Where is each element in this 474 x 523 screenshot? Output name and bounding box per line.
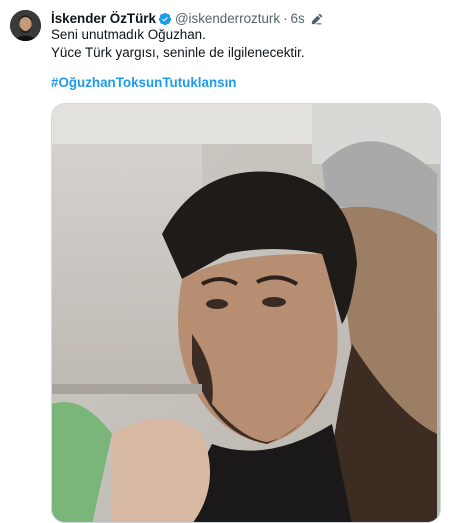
photo-image bbox=[52, 104, 440, 522]
author-avatar[interactable] bbox=[10, 10, 41, 41]
tweet-timestamp[interactable]: 6s bbox=[291, 10, 305, 28]
tweet-text-line-1: Seni unutmadık Oğuzhan. bbox=[51, 27, 206, 42]
edit-pencil-icon[interactable] bbox=[310, 13, 323, 26]
avatar-image bbox=[10, 10, 41, 41]
hashtag-link[interactable]: #OğuzhanToksunTutuklansın bbox=[51, 74, 237, 92]
tweet-text-line-2: Yüce Türk yargısı, seninle de ilgilenece… bbox=[51, 45, 305, 60]
tweet: İskender ÖzTürk @iskenderrozturk · 6s Se… bbox=[0, 0, 474, 523]
verified-badge-icon bbox=[158, 12, 172, 26]
tweet-media-photo[interactable] bbox=[51, 103, 441, 523]
separator-dot: · bbox=[283, 11, 288, 26]
